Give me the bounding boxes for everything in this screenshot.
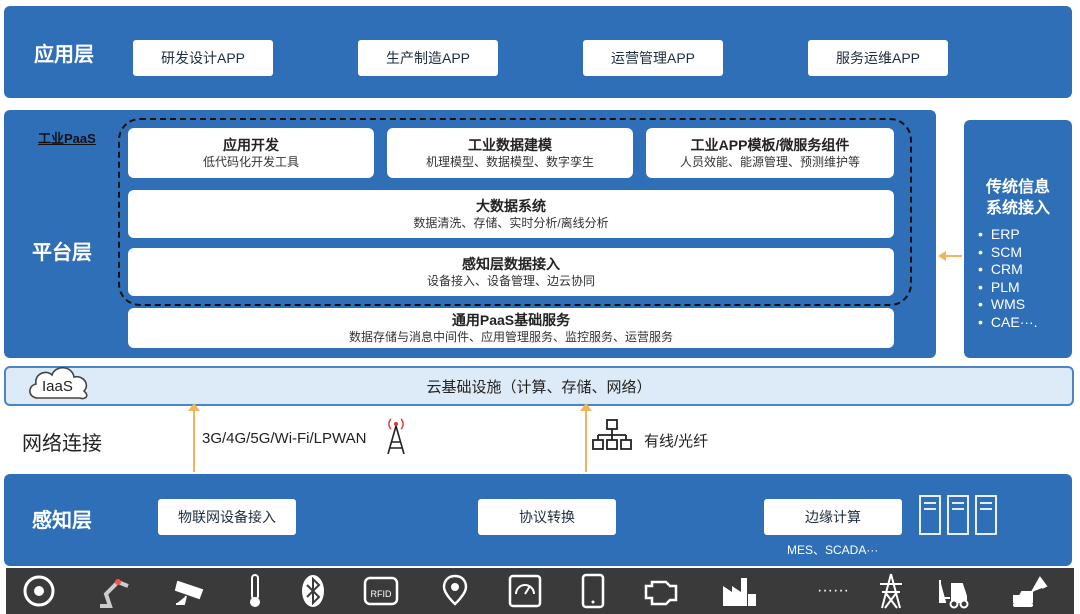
location-pin-icon xyxy=(442,574,468,606)
sensing-data-access: 感知层数据接入 设备接入、设备管理、边云协同 xyxy=(128,248,894,296)
server-rack-icon xyxy=(919,495,997,535)
network-title: 网络连接 xyxy=(22,433,102,455)
big-data-subtitle: 数据清洗、存储、实时分析/离线分析 xyxy=(413,216,609,230)
factory-icon xyxy=(723,578,756,606)
wired-text: 有线/光纤 xyxy=(644,433,709,450)
module-app-templates-title: 工业APP模板/微服务组件 xyxy=(690,137,850,153)
edge-computing[interactable]: 边缘计算 xyxy=(764,499,902,535)
cloud-icon: IaaS xyxy=(24,360,94,404)
iaas-bar: 云基础设施（计算、存储、网络） xyxy=(4,366,1074,406)
application-layer-title: 应用层 xyxy=(34,44,94,66)
camera-icon xyxy=(174,580,204,605)
app-operations-management[interactable]: 运营管理APP xyxy=(583,40,723,76)
sensing-layer-title: 感知层 xyxy=(32,510,92,532)
device-icon-strip: RFID ······ xyxy=(6,568,1074,614)
legacy-system-list: ERP SCM CRM PLM WMS CAE···. xyxy=(978,226,1038,331)
forklift-icon xyxy=(939,580,969,609)
tablet-icon xyxy=(581,573,605,609)
turbine-icon xyxy=(23,575,55,607)
platform-layer: 工业PaaS 平台层 应用开发 低代码化开发工具 工业数据建模 机理模型、数据模… xyxy=(4,110,936,358)
module-app-development-subtitle: 低代码化开发工具 xyxy=(202,155,299,169)
legacy-item: CRM xyxy=(978,261,1038,279)
network-topology-icon xyxy=(592,419,632,450)
legacy-arrow-head xyxy=(938,251,946,261)
sensing-access-subtitle: 设备接入、设备管理、边云协同 xyxy=(426,274,595,288)
sensing-access-title: 感知层数据接入 xyxy=(462,256,560,272)
thermometer-icon xyxy=(250,574,260,607)
legacy-title-line1: 传统信息 xyxy=(985,179,1050,196)
legacy-to-platform-arrow xyxy=(946,255,962,257)
app-service-maintenance[interactable]: 服务运维APP xyxy=(808,40,948,76)
iaas-text: 云基础设施（计算、存储、网络） xyxy=(426,379,652,396)
app-manufacturing[interactable]: 生产制造APP xyxy=(358,40,498,76)
engine-icon xyxy=(644,580,678,606)
legacy-systems-panel: 传统信息 系统接入 ERP SCM CRM PLM WMS CAE···. xyxy=(964,120,1072,358)
module-app-development: 应用开发 低代码化开发工具 xyxy=(128,128,374,178)
iot-device-access[interactable]: 物联网设备接入 xyxy=(158,499,296,535)
wireless-arrow-head xyxy=(188,403,200,411)
rfid-icon: RFID xyxy=(363,576,399,606)
module-app-development-title: 应用开发 xyxy=(223,137,279,153)
meter-icon xyxy=(508,574,542,608)
sensing-layer: 感知层 物联网设备接入 协议转换 边缘计算 MES、SCADA··· xyxy=(4,474,1072,566)
app-rd-design[interactable]: 研发设计APP xyxy=(133,40,273,76)
industrial-paas-label: 工业PaaS xyxy=(38,131,96,146)
protocol-conversion[interactable]: 协议转换 xyxy=(478,499,616,535)
edge-note: MES、SCADA··· xyxy=(787,543,879,557)
module-data-modeling-subtitle: 机理模型、数据模型、数字孪生 xyxy=(425,155,594,169)
legacy-item: WMS xyxy=(978,296,1038,314)
legacy-item: PLM xyxy=(978,279,1038,297)
robot-arm-icon xyxy=(100,579,129,608)
module-app-templates: 工业APP模板/微服务组件 人员效能、能源管理、预测维护等 xyxy=(646,128,894,178)
general-paas-services: 通用PaaS基础服务 数据存储与消息中间件、应用管理服务、监控服务、运营服务 xyxy=(128,308,894,348)
general-paas-title: 通用PaaS基础服务 xyxy=(451,312,571,328)
legacy-item: ERP xyxy=(978,226,1038,244)
more-icon: ······ xyxy=(817,582,849,599)
svg-text:RFID: RFID xyxy=(371,589,392,599)
wireless-text: 3G/4G/5G/Wi-Fi/LPWAN xyxy=(202,430,367,447)
big-data-title: 大数据系统 xyxy=(476,198,546,214)
iaas-label: IaaS xyxy=(42,378,73,395)
wireless-arrow xyxy=(193,410,195,472)
application-layer: 应用层 研发设计APP 生产制造APP 运营管理APP 服务运维APP xyxy=(4,6,1072,98)
antenna-icon xyxy=(387,418,405,454)
general-paas-subtitle: 数据存储与消息中间件、应用管理服务、监控服务、运营服务 xyxy=(348,330,673,344)
bluetooth-icon xyxy=(302,575,324,607)
wired-arrow xyxy=(585,410,587,472)
excavator-icon xyxy=(1013,576,1048,607)
platform-layer-title: 平台层 xyxy=(32,242,92,264)
legacy-item: SCM xyxy=(978,244,1038,262)
power-tower-icon xyxy=(880,573,902,609)
legacy-title-line2: 系统接入 xyxy=(985,200,1050,217)
wired-arrow-head xyxy=(580,403,592,411)
module-app-templates-subtitle: 人员效能、能源管理、预测维护等 xyxy=(679,155,860,169)
big-data-system: 大数据系统 数据清洗、存储、实时分析/离线分析 xyxy=(128,190,894,238)
module-data-modeling-title: 工业数据建模 xyxy=(468,137,552,153)
module-industrial-data-modeling: 工业数据建模 机理模型、数据模型、数字孪生 xyxy=(387,128,633,178)
legacy-item: CAE···. xyxy=(978,314,1038,332)
